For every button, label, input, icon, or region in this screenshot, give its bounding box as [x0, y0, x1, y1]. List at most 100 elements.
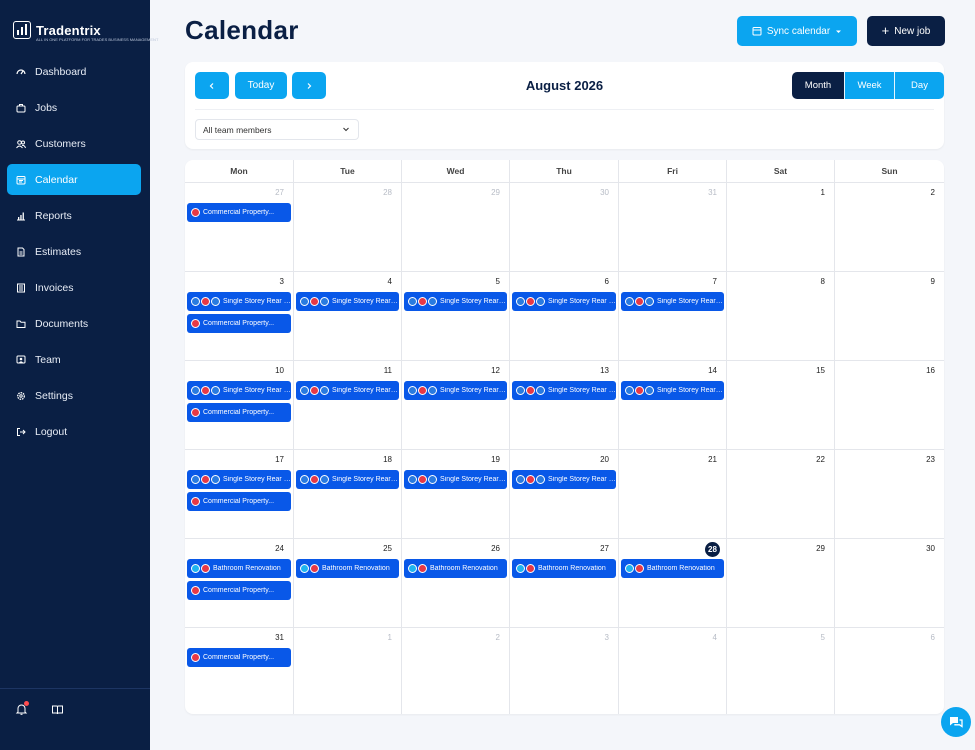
calendar-day-cell[interactable]: 9	[835, 272, 944, 361]
sidebar-item-settings[interactable]: Settings	[7, 380, 141, 411]
calendar-day-cell[interactable]: 23	[835, 450, 944, 539]
calendar-day-cell[interactable]: 7 Single Storey Rear E...	[619, 272, 727, 361]
assignee-badge-icon	[516, 475, 525, 484]
sidebar-item-dashboard[interactable]: Dashboard	[7, 56, 141, 87]
calendar-day-cell[interactable]: 5	[727, 628, 835, 714]
calendar-day-cell[interactable]: 6 Single Storey Rear E...	[510, 272, 619, 361]
assignee-badge-icon	[516, 564, 525, 573]
calendar-day-cell[interactable]: 2	[402, 628, 510, 714]
calendar-event[interactable]: Single Storey Rear E...	[621, 381, 724, 400]
assignee-badge-icon	[526, 386, 535, 395]
calendar-day-cell[interactable]: 4 Single Storey Rear E...	[294, 272, 402, 361]
view-day-button[interactable]: Day	[894, 72, 944, 99]
calendar-day-cell[interactable]: 21	[619, 450, 727, 539]
new-job-button[interactable]: + New job	[867, 16, 945, 46]
calendar-event[interactable]: Single Storey Rear E...	[296, 381, 399, 400]
calendar-day-cell[interactable]: 11 Single Storey Rear E...	[294, 361, 402, 450]
calendar-event[interactable]: Single Storey Rear E...	[621, 292, 724, 311]
calendar-day-cell[interactable]: 30	[835, 539, 944, 628]
calendar-event[interactable]: Commercial Property...	[187, 203, 291, 222]
calendar-day-cell[interactable]: 20 Single Storey Rear E...	[510, 450, 619, 539]
team-member-filter[interactable]: All team members	[195, 119, 359, 140]
sidebar-item-logout[interactable]: Logout	[7, 416, 141, 447]
sidebar-item-calendar[interactable]: Calendar	[7, 164, 141, 195]
calendar-event[interactable]: Single Storey Rear E...	[296, 292, 399, 311]
calendar-day-cell[interactable]: 26 Bathroom Renovation	[402, 539, 510, 628]
calendar-event[interactable]: Single Storey Rear E...	[187, 470, 291, 489]
chat-support-button[interactable]	[941, 707, 971, 737]
calendar-day-cell[interactable]: 10 Single Storey Rear E... Commercial Prop…	[185, 361, 294, 450]
calendar-event[interactable]: Commercial Property...	[187, 648, 291, 667]
calendar-day-cell[interactable]: 1	[727, 183, 835, 272]
view-week-button[interactable]: Week	[844, 72, 894, 99]
calendar-event[interactable]: Bathroom Renovation	[187, 559, 291, 578]
sidebar-item-team[interactable]: Team	[7, 344, 141, 375]
assignee-badge-icon	[645, 386, 654, 395]
calendar-day-cell[interactable]: 13 Single Storey Rear E...	[510, 361, 619, 450]
calendar-day-cell[interactable]: 2	[835, 183, 944, 272]
calendar-day-cell[interactable]: 29	[402, 183, 510, 272]
calendar-day-cell[interactable]: 28 Bathroom Renovation	[619, 539, 727, 628]
calendar-event[interactable]: Single Storey Rear E...	[512, 292, 616, 311]
briefcase-icon	[16, 103, 26, 113]
event-status-icons	[408, 297, 437, 306]
calendar-day-cell[interactable]: 18 Single Storey Rear E...	[294, 450, 402, 539]
calendar-day-cell[interactable]: 28	[294, 183, 402, 272]
calendar-event[interactable]: Commercial Property...	[187, 580, 291, 600]
calendar-event[interactable]: Single Storey Rear E...	[512, 381, 616, 400]
calendar-event[interactable]: Bathroom Renovation	[621, 559, 724, 578]
calendar-day-cell[interactable]: 5 Single Storey Rear E...	[402, 272, 510, 361]
day-number: 18	[383, 455, 392, 464]
calendar-event[interactable]: Single Storey Rear E...	[296, 470, 399, 489]
sidebar-item-customers[interactable]: Customers	[7, 128, 141, 159]
sync-calendar-button[interactable]: Sync calendar	[737, 16, 857, 46]
calendar-event[interactable]: Single Storey Rear E...	[404, 470, 507, 489]
calendar-day-cell[interactable]: 8	[727, 272, 835, 361]
calendar-day-cell[interactable]: 4	[619, 628, 727, 714]
calendar-day-cell[interactable]: 31	[619, 183, 727, 272]
sidebar-item-label: Documents	[35, 317, 89, 330]
calendar-day-cell[interactable]: 17 Single Storey Rear E... Commercial Prop…	[185, 450, 294, 539]
calendar-event[interactable]: Single Storey Rear E...	[404, 292, 507, 311]
calendar-day-cell[interactable]: 3 Single Storey Rear E... Commercial Prope…	[185, 272, 294, 361]
calendar-event[interactable]: Single Storey Rear E...	[187, 292, 291, 311]
calendar-day-cell[interactable]: 16	[835, 361, 944, 450]
calendar-day-cell[interactable]: 15	[727, 361, 835, 450]
calendar-day-cell[interactable]: 19 Single Storey Rear E...	[402, 450, 510, 539]
sidebar-item-jobs[interactable]: Jobs	[7, 92, 141, 123]
document-icon	[16, 247, 26, 257]
calendar-event[interactable]: Commercial Property...	[187, 491, 291, 511]
calendar-day-cell[interactable]: 12 Single Storey Rear E...	[402, 361, 510, 450]
calendar-day-cell[interactable]: 25 Bathroom Renovation	[294, 539, 402, 628]
calendar-day-cell[interactable]: 31 Commercial Property...	[185, 628, 294, 714]
calendar-day-cell[interactable]: 1	[294, 628, 402, 714]
help-book-icon[interactable]	[51, 703, 64, 716]
sidebar-item-reports[interactable]: Reports	[7, 200, 141, 231]
notification-bell-icon[interactable]	[15, 701, 29, 716]
calendar-day-cell[interactable]: 6	[835, 628, 944, 714]
calendar-event[interactable]: Commercial Property...	[187, 402, 291, 422]
assignee-badge-icon	[300, 386, 309, 395]
calendar-day-cell[interactable]: 27 Commercial Property...	[185, 183, 294, 272]
calendar-day-cell[interactable]: 30	[510, 183, 619, 272]
calendar-day-cell[interactable]: 3	[510, 628, 619, 714]
calendar-event[interactable]: Bathroom Renovation	[404, 559, 507, 578]
calendar-event[interactable]: Single Storey Rear E...	[512, 470, 616, 489]
calendar-day-cell[interactable]: 14 Single Storey Rear E...	[619, 361, 727, 450]
sidebar-item-documents[interactable]: Documents	[7, 308, 141, 339]
calendar-day-cell[interactable]: 24 Bathroom Renovation Commercial Property…	[185, 539, 294, 628]
calendar-event[interactable]: Bathroom Renovation	[296, 559, 399, 578]
calendar-event[interactable]: Single Storey Rear E...	[187, 381, 291, 400]
calendar-event[interactable]: Commercial Property...	[187, 313, 291, 333]
calendar-day-cell[interactable]: 27 Bathroom Renovation	[510, 539, 619, 628]
view-month-button[interactable]: Month	[792, 72, 844, 99]
calendar-day-cell[interactable]: 22	[727, 450, 835, 539]
sidebar-item-estimates[interactable]: Estimates	[7, 236, 141, 267]
sidebar-item-invoices[interactable]: Invoices	[7, 272, 141, 303]
weekday-label: Mon	[185, 160, 294, 182]
calendar-event[interactable]: Bathroom Renovation	[512, 559, 616, 578]
sidebar-item-label: Logout	[35, 425, 68, 438]
day-number: 7	[712, 277, 717, 286]
calendar-event[interactable]: Single Storey Rear E...	[404, 381, 507, 400]
calendar-day-cell[interactable]: 29	[727, 539, 835, 628]
